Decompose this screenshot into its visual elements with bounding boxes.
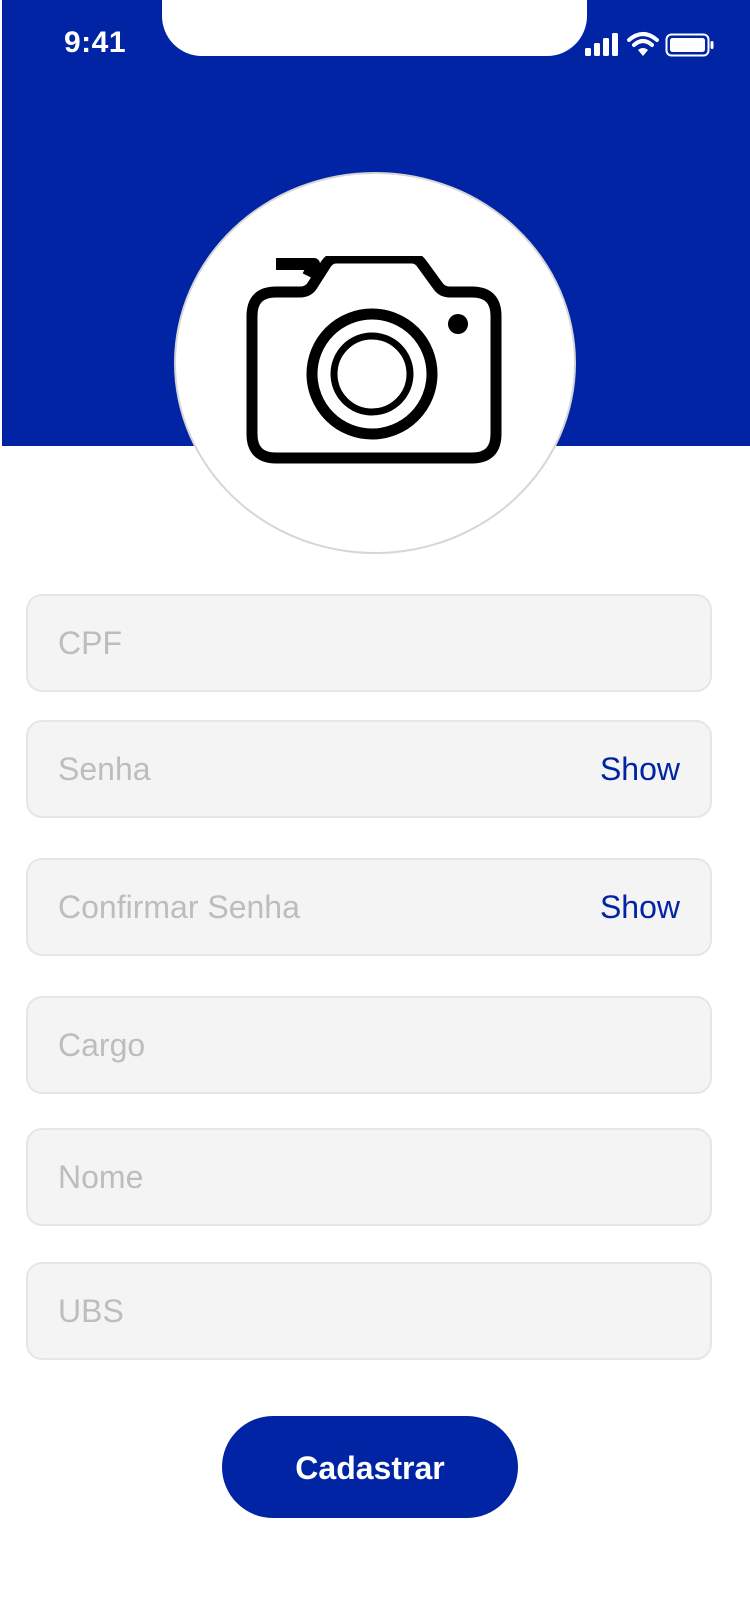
battery-icon — [665, 33, 714, 57]
wifi-icon — [627, 32, 659, 56]
confirmar-senha-input[interactable] — [58, 860, 578, 954]
status-time: 9:41 — [64, 26, 127, 59]
cadastrar-button[interactable]: Cadastrar — [222, 1416, 518, 1518]
senha-field: Show — [26, 720, 712, 818]
cargo-field — [26, 996, 712, 1094]
signal-icon — [585, 33, 618, 56]
senha-show-toggle[interactable]: Show — [600, 722, 680, 816]
cargo-input[interactable] — [58, 998, 578, 1092]
senha-input[interactable] — [58, 722, 578, 816]
camera-icon — [246, 256, 502, 464]
cpf-input[interactable] — [58, 596, 578, 690]
nome-input[interactable] — [58, 1130, 578, 1224]
confirmar-senha-show-toggle[interactable]: Show — [600, 860, 680, 954]
cpf-field — [26, 594, 712, 692]
nome-field — [26, 1128, 712, 1226]
ubs-field — [26, 1262, 712, 1360]
ubs-input[interactable] — [58, 1264, 578, 1358]
confirmar-senha-field: Show — [26, 858, 712, 956]
device-notch — [162, 0, 587, 56]
